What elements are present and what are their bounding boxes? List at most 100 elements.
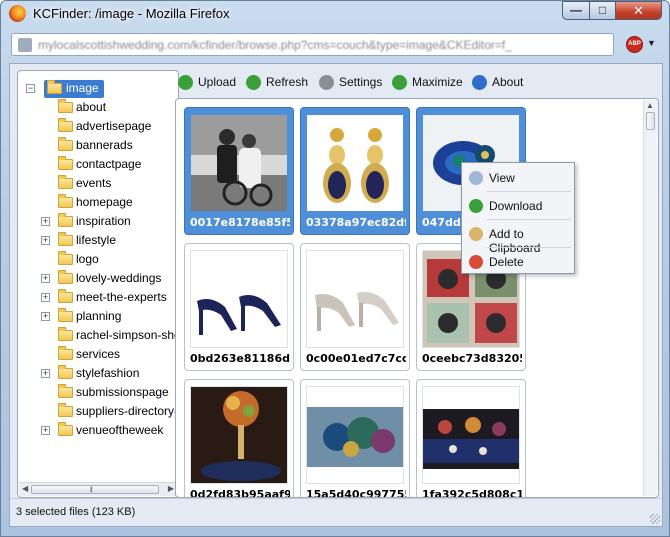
tree-item-events[interactable]: events xyxy=(18,175,178,193)
open-folder-icon xyxy=(47,80,62,94)
context-item-add-to-clipboard[interactable]: Add to Clipboard xyxy=(464,222,572,255)
maximize-window-button[interactable]: □ xyxy=(589,1,616,20)
tree-item-label: stylefashion xyxy=(76,366,140,380)
tree-item-label: planning xyxy=(76,309,122,323)
tree-item-bannerads[interactable]: bannerads xyxy=(18,137,178,155)
maximize-icon xyxy=(392,75,407,90)
gear-icon xyxy=(319,75,334,90)
status-bar: 3 selected files (123 KB) xyxy=(10,498,662,526)
expand-toggle-icon[interactable]: + xyxy=(41,312,50,321)
clipboard-icon xyxy=(469,227,483,241)
scroll-right-icon[interactable]: ▶ xyxy=(168,484,174,493)
folder-icon xyxy=(58,175,73,189)
magnifier-icon xyxy=(469,171,483,185)
file-name: 0bd263e81186d7b xyxy=(190,352,290,365)
folder-icon xyxy=(58,270,73,284)
info-icon xyxy=(472,75,487,90)
tree-item-advertisepage[interactable]: advertisepage xyxy=(18,118,178,136)
context-item-download[interactable]: Download xyxy=(464,194,572,218)
expand-toggle-icon[interactable]: + xyxy=(41,426,50,435)
adblock-dropdown-icon[interactable]: ▼ xyxy=(647,38,656,48)
expand-toggle-icon[interactable]: + xyxy=(41,293,50,302)
maximize-window-icon: □ xyxy=(598,3,607,17)
maximize-label: Maximize xyxy=(412,75,463,89)
tree-item-label: venueoftheweek xyxy=(76,423,164,437)
file-thumbnail[interactable]: 0c00e01ed7c7cd6 xyxy=(300,243,410,371)
tree-item-rachel-simpson-shoes[interactable]: rachel-simpson-shoes xyxy=(18,327,178,345)
status-text: 3 selected files (123 KB) xyxy=(16,506,136,518)
folder-icon xyxy=(58,365,73,379)
tree-item-label: contactpage xyxy=(76,157,142,171)
context-item-label: Delete xyxy=(489,255,524,269)
context-item-delete[interactable]: Delete xyxy=(464,250,572,274)
file-name: 03378a97ec82dfb xyxy=(306,216,406,229)
minimize-button[interactable]: — xyxy=(562,1,590,20)
menu-divider xyxy=(487,247,571,248)
folder-icon xyxy=(58,308,73,322)
adblock-plus-icon[interactable]: ABP xyxy=(626,36,643,53)
tree-item-label: rachel-simpson-shoes xyxy=(76,328,178,342)
context-item-view[interactable]: View xyxy=(464,166,572,190)
expand-toggle-icon[interactable]: + xyxy=(41,369,50,378)
file-name: 15a5d40c9977557 xyxy=(306,488,406,498)
tree-item-label: about xyxy=(76,100,107,114)
upload-label: Upload xyxy=(198,75,237,89)
tree-horizontal-scrollbar[interactable]: ◀ ||| ▶ xyxy=(19,482,177,496)
collapse-toggle-icon[interactable]: − xyxy=(26,84,35,93)
address-bar[interactable]: mylocalscottishwedding.com/kcfinder/brow… xyxy=(11,33,614,56)
files-vertical-scrollbar[interactable]: ▲ xyxy=(643,100,657,496)
tree-item-label: meet-the-experts xyxy=(76,290,167,304)
context-menu: View Download Add to Clipboard Delete xyxy=(461,162,575,274)
file-name: 0ceebc73d832051 xyxy=(422,352,522,365)
folder-icon xyxy=(58,137,73,151)
tree-item-suppliers-directory-lis[interactable]: suppliers-directory-lis xyxy=(18,403,178,421)
tree-item-label: services xyxy=(76,347,121,361)
tree-item-venueoftheweek[interactable]: + venueoftheweek xyxy=(18,422,178,440)
file-thumbnail[interactable]: 15a5d40c9977557 xyxy=(300,379,410,498)
file-thumbnail[interactable]: 0bd263e81186d7b xyxy=(184,243,294,371)
menu-divider xyxy=(487,219,571,220)
tree-item-lifestyle[interactable]: + lifestyle xyxy=(18,232,178,250)
scrollbar-thumb[interactable]: ||| xyxy=(31,485,159,494)
tree-item-contactpage[interactable]: contactpage xyxy=(18,156,178,174)
tree-item-meet-the-experts[interactable]: + meet-the-experts xyxy=(18,289,178,307)
address-url[interactable]: mylocalscottishwedding.com/kcfinder/brow… xyxy=(38,38,613,52)
tree-item-homepage[interactable]: homepage xyxy=(18,194,178,212)
close-icon: ✕ xyxy=(633,3,644,18)
tree-item-logo[interactable]: logo xyxy=(18,251,178,269)
close-window-button[interactable]: ✕ xyxy=(615,1,662,20)
folder-tree: − image about advertisepage bannerads conta… xyxy=(17,70,179,498)
scroll-up-icon[interactable]: ▲ xyxy=(646,101,654,110)
file-thumbnail[interactable]: 0017e8178e85f57 xyxy=(184,107,294,235)
tree-item-lovely-weddings[interactable]: + lovely-weddings xyxy=(18,270,178,288)
expand-toggle-icon[interactable]: + xyxy=(41,217,50,226)
tree-item-submissionspage[interactable]: submissionspage xyxy=(18,384,178,402)
firefox-logo-icon xyxy=(9,5,26,22)
file-thumbnail[interactable]: 1fa392c5d808c10 xyxy=(416,379,526,497)
scrollbar-thumb[interactable] xyxy=(646,112,655,130)
tree-item-about[interactable]: about xyxy=(18,99,178,117)
expand-toggle-icon[interactable]: + xyxy=(41,274,50,283)
tree-item-label: lifestyle xyxy=(76,233,117,247)
tree-item-planning[interactable]: + planning xyxy=(18,308,178,326)
file-thumbnail[interactable]: 03378a97ec82dfb xyxy=(300,107,410,235)
file-name: 0d2fd83b95aaf98 xyxy=(190,488,290,498)
window-title: KCFinder: /image - Mozilla Firefox xyxy=(33,6,230,21)
tree-item-services[interactable]: services xyxy=(18,346,178,364)
tree-item-inspiration[interactable]: + inspiration xyxy=(18,213,178,231)
tree-item-image[interactable]: image xyxy=(44,80,104,98)
file-thumbnail[interactable]: 0d2fd83b95aaf98 xyxy=(184,379,294,498)
tree-item-label: lovely-weddings xyxy=(76,271,162,285)
resize-grip-icon[interactable] xyxy=(650,514,660,524)
tree-item-label: bannerads xyxy=(76,138,133,152)
folder-icon xyxy=(58,99,73,113)
tree-item-label: image xyxy=(66,81,99,95)
expand-toggle-icon[interactable]: + xyxy=(41,236,50,245)
context-item-label: View xyxy=(489,171,515,185)
tree-item-stylefashion[interactable]: + stylefashion xyxy=(18,365,178,383)
download-icon xyxy=(469,199,483,213)
scroll-left-icon[interactable]: ◀ xyxy=(22,484,28,493)
about-label: About xyxy=(492,75,524,89)
settings-label: Settings xyxy=(339,75,383,89)
folder-icon xyxy=(58,327,73,341)
